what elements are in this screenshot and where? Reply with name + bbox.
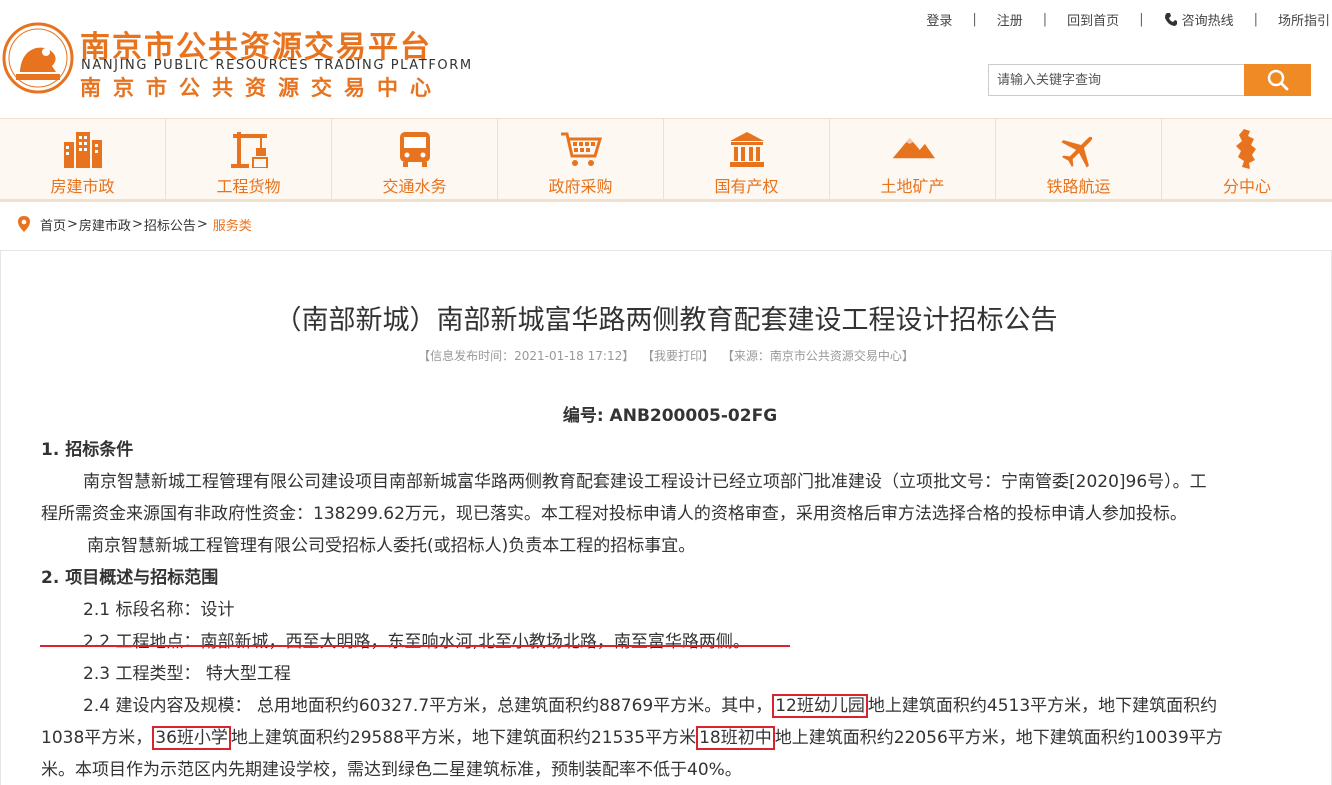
article-source: 【来源：南京市公共资源交易中心】 xyxy=(721,349,914,363)
search-bar xyxy=(988,64,1311,96)
mountain-icon xyxy=(891,129,935,169)
paragraph-line: 米。本项目作为示范区内先期建设学校，需达到绿色二星建筑标准，预制装配率不低于40… xyxy=(41,760,742,780)
home-link[interactable]: 回到首页 xyxy=(1067,10,1119,29)
section-heading: 1. 招标条件 xyxy=(41,440,134,460)
search-button[interactable] xyxy=(1244,64,1311,96)
location-text: 工程地点：南部新城，西至大明路，东至响水河,北至小教场北路，南至富华路两侧。 xyxy=(115,632,750,652)
nav-label: 交通水务 xyxy=(382,177,447,196)
red-underline-annotation xyxy=(40,645,790,647)
plane-icon xyxy=(1057,129,1101,169)
nav-item-property[interactable]: 国有产权 xyxy=(664,119,830,199)
section-heading: 2. 项目概述与招标范围 xyxy=(41,568,219,588)
article-meta: 【信息发布时间：2021-01-18 17:12】 【我要打印】 【来源：南京市… xyxy=(0,347,1332,364)
breadcrumb-arrow: > xyxy=(196,216,208,232)
guide-link[interactable]: 场所指引 xyxy=(1278,10,1330,29)
separator: | xyxy=(1139,11,1144,27)
scale-text: 1038平方米， xyxy=(41,728,153,748)
nav-label: 国有产权 xyxy=(714,177,779,196)
breadcrumb-level1[interactable]: 房建市政 xyxy=(79,215,131,234)
bank-icon xyxy=(725,129,769,169)
article-body: 1. 招标条件 南京智慧新城工程管理有限公司建设项目南部新城富华路两侧教育配套建… xyxy=(41,434,1281,785)
breadcrumb-arrow: > xyxy=(67,216,78,232)
separator: | xyxy=(1253,11,1258,27)
nav-item-land[interactable]: 土地矿产 xyxy=(830,119,996,199)
main-nav: 房建市政 工程货物 交通水务 政府采购 国有产权 土地矿产 铁路航运 分中心 xyxy=(0,118,1332,202)
nav-item-branch[interactable]: 分中心 xyxy=(1162,119,1332,199)
phone-icon xyxy=(1164,12,1177,26)
nav-label: 政府采购 xyxy=(548,177,613,196)
search-input[interactable] xyxy=(988,64,1244,96)
logo-subtitle: 南京市公共资源交易中心 xyxy=(80,76,443,100)
paragraph-line: 程所需资金来源国有非政府性资金：138299.62万元，现已落实。本工程对投标申… xyxy=(41,504,1187,524)
breadcrumb-current[interactable]: 服务类 xyxy=(213,215,252,234)
paragraph-line: 2.3 工程类型： 特大型工程 xyxy=(83,664,291,684)
city-map-icon xyxy=(1225,129,1269,169)
cart-icon xyxy=(559,129,603,169)
nav-label: 土地矿产 xyxy=(880,177,945,196)
paragraph-line: 2.1 标段名称：设计 xyxy=(83,600,235,620)
nav-item-procurement[interactable]: 政府采购 xyxy=(498,119,664,199)
highlight-middle-school: 18班初中 xyxy=(696,726,775,750)
nav-item-housing[interactable]: 房建市政 xyxy=(0,119,166,199)
paragraph-line: 2.2 工程地点：南部新城，西至大明路，东至响水河,北至小教场北路，南至富华路两… xyxy=(41,626,1281,658)
highlight-primary-school: 36班小学 xyxy=(152,726,231,750)
location-pin-icon xyxy=(18,216,30,232)
item-number: 2.2 xyxy=(83,632,116,652)
highlight-kindergarten: 12班幼儿园 xyxy=(772,694,868,718)
scale-text: 地上建筑面积约29588平方米，地下建筑面积约21535平方米 xyxy=(230,728,697,748)
hotline-label: 咨询热线 xyxy=(1181,13,1234,29)
site-header: 南京市公共资源交易平台 NANJING PUBLIC RESOURCES TRA… xyxy=(0,0,1332,118)
breadcrumb-arrow: > xyxy=(131,216,143,232)
scale-text: 2.4 建设内容及规模： 总用地面积约60327.7平方米，总建筑面积约8876… xyxy=(83,696,773,716)
paragraph-line: 南京智慧新城工程管理有限公司受招标人委托(或招标人)负责本工程的招标事宜。 xyxy=(87,536,696,556)
breadcrumb-home[interactable]: 首页 xyxy=(40,215,66,234)
logo-english: NANJING PUBLIC RESOURCES TRADING PLATFOR… xyxy=(81,58,473,73)
search-icon xyxy=(1267,69,1288,91)
buildings-icon xyxy=(61,129,105,169)
separator: | xyxy=(1042,11,1048,27)
separator: | xyxy=(972,11,977,27)
nav-item-goods[interactable]: 工程货物 xyxy=(166,119,332,199)
hotline-link[interactable]: 咨询热线 xyxy=(1164,10,1234,29)
login-link[interactable]: 登录 xyxy=(926,10,952,29)
nav-label: 工程货物 xyxy=(216,177,281,196)
logo-emblem-icon[interactable] xyxy=(2,22,74,94)
scale-text: 地上建筑面积约4513平方米，地下建筑面积约 xyxy=(867,696,1218,716)
crane-icon xyxy=(227,129,271,169)
paragraph-line: 1038平方米， 36班小学 地上建筑面积约29588平方米，地下建筑面积约2153… xyxy=(41,722,1281,754)
nav-item-railway[interactable]: 铁路航运 xyxy=(996,119,1162,199)
article-code: 编号: ANB200005-02FG xyxy=(562,406,778,426)
nav-item-traffic[interactable]: 交通水务 xyxy=(332,119,498,199)
breadcrumb-level2[interactable]: 招标公告 xyxy=(144,215,196,234)
nav-label: 分中心 xyxy=(1222,177,1271,196)
breadcrumb: 首页 > 房建市政 > 招标公告 > 服务类 xyxy=(18,214,252,234)
print-link[interactable]: 【我要打印】 xyxy=(642,349,714,363)
nav-label: 房建市政 xyxy=(50,177,115,196)
register-link[interactable]: 注册 xyxy=(997,10,1023,29)
scale-text: 地上建筑面积约22056平方米，地下建筑面积约10039平方 xyxy=(774,728,1223,748)
publish-time: 【信息发布时间：2021-01-18 17:12】 xyxy=(418,349,635,363)
article-title: （南部新城）南部新城富华路两侧教育配套建设工程设计招标公告 xyxy=(274,305,1058,336)
top-links: 登录 | 注册 | 回到首页 | 咨询热线 | 场所指引 xyxy=(926,9,1332,29)
paragraph-line: 南京智慧新城工程管理有限公司建设项目南部新城富华路两侧教育配套建设工程设计已经立… xyxy=(83,472,1207,492)
nav-label: 铁路航运 xyxy=(1046,177,1111,196)
bus-icon xyxy=(393,129,437,169)
paragraph-line: 2.4 建设内容及规模： 总用地面积约60327.7平方米，总建筑面积约8876… xyxy=(41,690,1281,722)
